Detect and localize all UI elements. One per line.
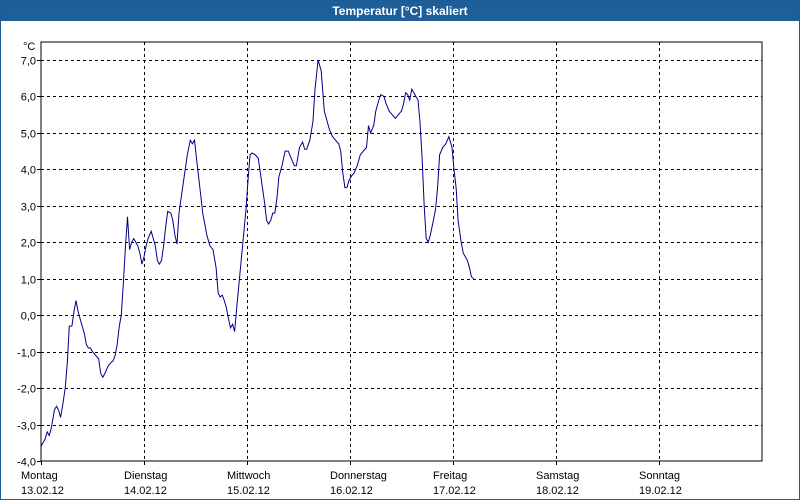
y-tick-label: 2,0 (21, 238, 36, 250)
x-tick-date-label: 19.02.12 (639, 485, 682, 497)
y-tick-label: 7,0 (21, 56, 36, 68)
y-tick-label: 6,0 (21, 92, 36, 104)
x-tick-day-label: Dienstag (124, 470, 167, 482)
plot-frame (40, 41, 763, 462)
y-tick-labels: -4,0 -3,0 -2,0 -1,0 0,0 1,0 2,0 3,0 4,0 5,0 6,0 7,0 (17, 56, 36, 469)
y-tick-label: 4,0 (21, 165, 36, 177)
y-tick-label: 5,0 (21, 129, 36, 141)
y-tick-label: -3,0 (17, 421, 36, 433)
y-tick-label: -1,0 (17, 348, 36, 360)
temperature-chart: -4,0 -3,0 -2,0 -1,0 0,0 1,0 2,0 3,0 4,0 5,0 6,0 7,0… (17, 41, 763, 497)
x-tick-day-label: Montag (21, 470, 58, 482)
x-tick-date-label: 18.02.12 (536, 485, 579, 497)
x-tick-date-label: 16.02.12 (330, 485, 373, 497)
grid (41, 42, 762, 461)
x-tick-date-label: 17.02.12 (433, 485, 476, 497)
x-tick-day-label: Samstag (536, 470, 579, 482)
x-tick-day-label: Freitag (433, 470, 467, 482)
y-tick-label: 3,0 (21, 202, 36, 214)
y-axis-unit-label: °C (23, 41, 35, 53)
y-tick-label: -2,0 (17, 384, 36, 396)
x-tick-day-label: Sonntag (639, 470, 680, 482)
x-tick-date-label: 15.02.12 (227, 485, 270, 497)
x-tick-date-label: 14.02.12 (124, 485, 167, 497)
axes (37, 41, 763, 465)
x-tick-date-label: 13.02.12 (21, 485, 64, 497)
x-tick-labels: Montag 13.02.12 Dienstag 14.02.12 Mittwoch 15… (21, 470, 682, 497)
y-tick-label: -4,0 (17, 457, 36, 469)
y-tick-label: 0,0 (21, 311, 36, 323)
y-tick-label: 1,0 (21, 275, 36, 287)
x-tick-day-label: Donnerstag (330, 470, 387, 482)
x-tick-day-label: Mittwoch (227, 470, 270, 482)
